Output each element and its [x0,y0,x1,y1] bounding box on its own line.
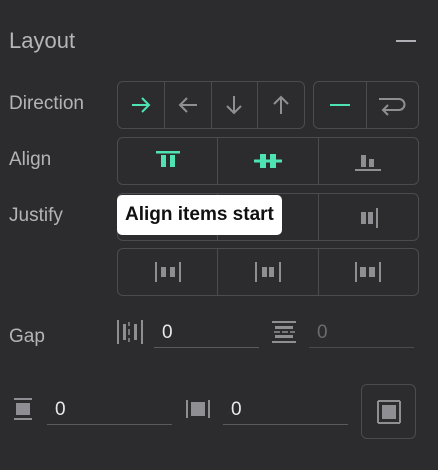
direction-button-group [117,81,305,129]
gap-label: Gap [9,326,45,347]
justify-space-evenly-button[interactable] [319,249,418,295]
align-label: Align [9,149,52,170]
arrow-down-icon [226,96,243,115]
no-wrap-icon [329,104,350,106]
tooltip: Align items start [117,195,282,235]
minus-icon[interactable] [396,40,416,42]
row-gap-input[interactable]: 0 [309,318,414,348]
column-gap-icon [117,320,143,344]
section-title: Layout [9,28,76,53]
justify-space-between-button[interactable] [118,249,219,295]
wrap-button-group [313,81,419,129]
justify-label: Justify [9,205,63,226]
column-gap-input[interactable]: 0 [154,318,259,348]
justify-space-around-icon [254,262,281,282]
justify-space-between-icon [154,262,181,282]
align-start-icon [155,151,180,167]
wrap-button[interactable] [367,82,419,128]
arrow-right-icon [131,97,151,113]
arrow-left-icon [178,97,197,113]
wrap-icon [379,98,406,116]
align-start-button[interactable] [118,138,219,184]
align-center-button[interactable] [218,138,319,184]
align-center-icon [253,154,282,168]
direction-left-button[interactable] [165,82,212,128]
arrow-up-icon [273,95,289,114]
padding-horizontal-icon [186,400,210,418]
direction-up-button[interactable] [258,82,304,128]
justify-end-icon [361,208,379,228]
padding-independent-button[interactable] [361,384,416,439]
direction-right-button[interactable] [118,82,165,128]
padding-vertical-input[interactable]: 0 [47,395,172,425]
justify-space-around-button[interactable] [218,249,319,295]
direction-down-button[interactable] [212,82,259,128]
justify-end-button[interactable] [319,194,418,240]
no-wrap-button[interactable] [314,82,367,128]
direction-label: Direction [9,93,84,114]
padding-independent-icon [376,399,401,424]
padding-horizontal-input[interactable]: 0 [223,395,348,425]
row-gap-icon [272,321,296,343]
justify-space-evenly-icon [355,262,382,282]
align-end-icon [355,155,382,171]
padding-vertical-icon [14,398,32,420]
align-button-group [117,137,419,185]
justify-button-group-2 [117,248,419,296]
align-end-button[interactable] [319,138,418,184]
